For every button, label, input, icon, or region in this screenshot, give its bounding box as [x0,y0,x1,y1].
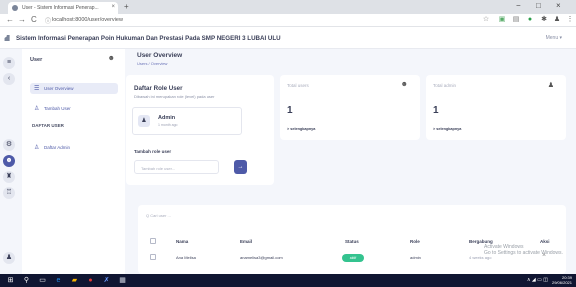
user-icon: ♟ [138,115,150,127]
chrome-icon[interactable]: ● [86,276,95,285]
select-all-checkbox[interactable] [150,238,156,244]
total-admin-card: Total admin ♟ 1 > selengkapnya [426,75,566,140]
sidebar-item-label: User Overview [44,86,74,91]
column-header[interactable]: Nama [176,239,188,244]
search-input[interactable]: Q Cari user ... [146,213,171,218]
status-badge: aktif [342,254,364,262]
clock[interactable]: 20:39 29/06/2021 [552,275,572,285]
user-plus-icon: ♙ [34,106,40,112]
extension-icon[interactable]: ▣ [498,16,506,24]
cell-email: anamelisa3@gmail.com [240,255,283,260]
users-icon[interactable]: ☻ [3,155,15,167]
sidebar-item-daftar-admin[interactable]: ♙ Daftar Admin [30,142,118,153]
tab-title: User - Sistem Informasi Penerap... [22,5,99,11]
extension-icon[interactable]: ● [526,16,534,24]
admin-icon: ♟ [547,82,554,89]
sidebar-section-heading: DAFTAR USER [32,123,64,128]
taskbar: ⊞ ⚲ ▭ e ▰ ● ✗ ▦ ∧ ◢ ▭ ◫ 20:39 29/06/2021 [0,274,576,287]
vscode-icon[interactable]: ✗ [102,276,111,285]
maximize-button[interactable]: □ [536,1,541,10]
favicon-icon [12,5,18,11]
gear-icon[interactable]: ⚙ [3,139,15,151]
users-table-card: Q Cari user ... Nama Email Status Role B… [138,205,566,274]
app-icon[interactable]: ▦ [118,276,127,285]
system-tray[interactable]: ∧ ◢ ▭ ◫ [527,277,548,283]
kebab-menu-icon[interactable]: ⋮ [566,16,574,24]
users-icon: ♙ [34,145,40,151]
stat-title: Total users [287,83,309,88]
add-role-input[interactable]: Tambah role user... [134,160,219,174]
new-tab-button[interactable]: + [124,2,129,11]
browser-tab-bar: User - Sistem Informasi Penerap... × + −… [0,0,576,14]
stat-value: 1 [287,105,293,116]
search-icon[interactable]: ⚲ [22,276,31,285]
stat-title: Total admin [433,83,457,88]
menu-dropdown[interactable]: Menu ▾ [546,35,562,41]
close-window-button[interactable]: × [556,1,561,10]
back-button[interactable]: ← [6,15,14,24]
sidebar-item-label: Tambah User [44,106,71,111]
role-time: 1 month ago [158,123,178,127]
sidebar-user-label: User [30,57,43,63]
app-header: ⛘ Sistem Informasi Penerapan Poin Hukuma… [0,27,576,49]
page-title: User Overview [137,52,183,59]
hamburger-icon[interactable]: ≡ [3,57,15,69]
cell-nama: Ana Melisa [176,255,196,260]
total-users-card: Total users ☻ 1 > selengkapnya [280,75,420,140]
role-card: Daftar Role User Dibawah ini merupakan r… [126,75,274,185]
watermark-line: Go to Settings to activate Windows. [484,250,563,256]
browser-tab[interactable]: User - Sistem Informasi Penerap... × [8,2,118,14]
role-name: Admin [158,115,176,121]
tab-close-icon[interactable]: × [111,4,115,10]
activate-windows-watermark: Activate Windows Go to Settings to activ… [484,244,563,256]
app-title: Sistem Informasi Penerapan Poin Hukuman … [16,35,281,42]
edge-icon[interactable]: e [54,276,63,285]
role-item[interactable]: ♟ Admin 1 month ago [132,107,242,135]
task-view-icon[interactable]: ▭ [38,276,47,285]
add-role-button[interactable]: → [234,160,247,174]
sidebar: User ☻ ☰ User Overview ♙ Tambah User DAF… [22,49,125,274]
users-icon: ☻ [400,81,408,88]
windows-start-icon[interactable]: ⊞ [6,276,15,285]
cell-role: admin [410,255,421,260]
url-field[interactable]: localhost:8000/user/overview [52,17,123,23]
column-header[interactable]: Email [240,239,252,244]
trophy-icon[interactable]: ♖ [3,187,15,199]
sidebar-item-label: Daftar Admin [44,145,71,150]
role-card-title: Daftar Role User [134,85,183,92]
users-icon: ☻ [107,55,115,62]
user-icon[interactable]: ♜ [3,171,15,183]
sidebar-item-tambah-user[interactable]: ♙ Tambah User [30,103,118,114]
address-bar-row: ← → C ⓘ localhost:8000/user/overview ☆ ▣… [0,14,576,27]
stat-value: 1 [433,105,439,116]
account-icon[interactable]: ♟ [3,252,15,264]
role-card-subtitle: Dibawah ini merupakan role (level) pada … [134,94,215,99]
breadcrumb[interactable]: Users / Overview [137,61,167,66]
stat-link[interactable]: > selengkapnya [433,127,461,131]
info-icon[interactable]: ⓘ [45,16,51,25]
minimize-button[interactable]: − [516,1,521,10]
reload-button[interactable]: C [31,15,37,24]
forward-button[interactable]: → [18,15,26,24]
star-icon[interactable]: ☆ [482,16,490,24]
profile-icon[interactable]: ♟ [553,16,561,24]
extension-icon[interactable]: ▤ [512,16,520,24]
column-header[interactable]: Role [410,239,420,244]
add-role-label: Tambah role user [134,149,172,154]
file-explorer-icon[interactable]: ▰ [70,276,79,285]
puzzle-icon[interactable]: ✱ [540,16,548,24]
column-header[interactable]: Status [345,239,359,244]
row-checkbox[interactable] [150,254,156,260]
clock-date: 29/06/2021 [551,280,572,285]
logo-icon: ⛘ [4,33,11,43]
stat-link[interactable]: > selengkapnya [287,127,315,131]
list-icon: ☰ [34,86,40,92]
sidebar-item-user-overview[interactable]: ☰ User Overview [30,83,118,94]
chevron-left-icon[interactable]: ‹ [3,73,15,85]
icon-rail: ≡ ‹ ⚙ ☻ ♜ ♖ ♟ [0,49,18,274]
